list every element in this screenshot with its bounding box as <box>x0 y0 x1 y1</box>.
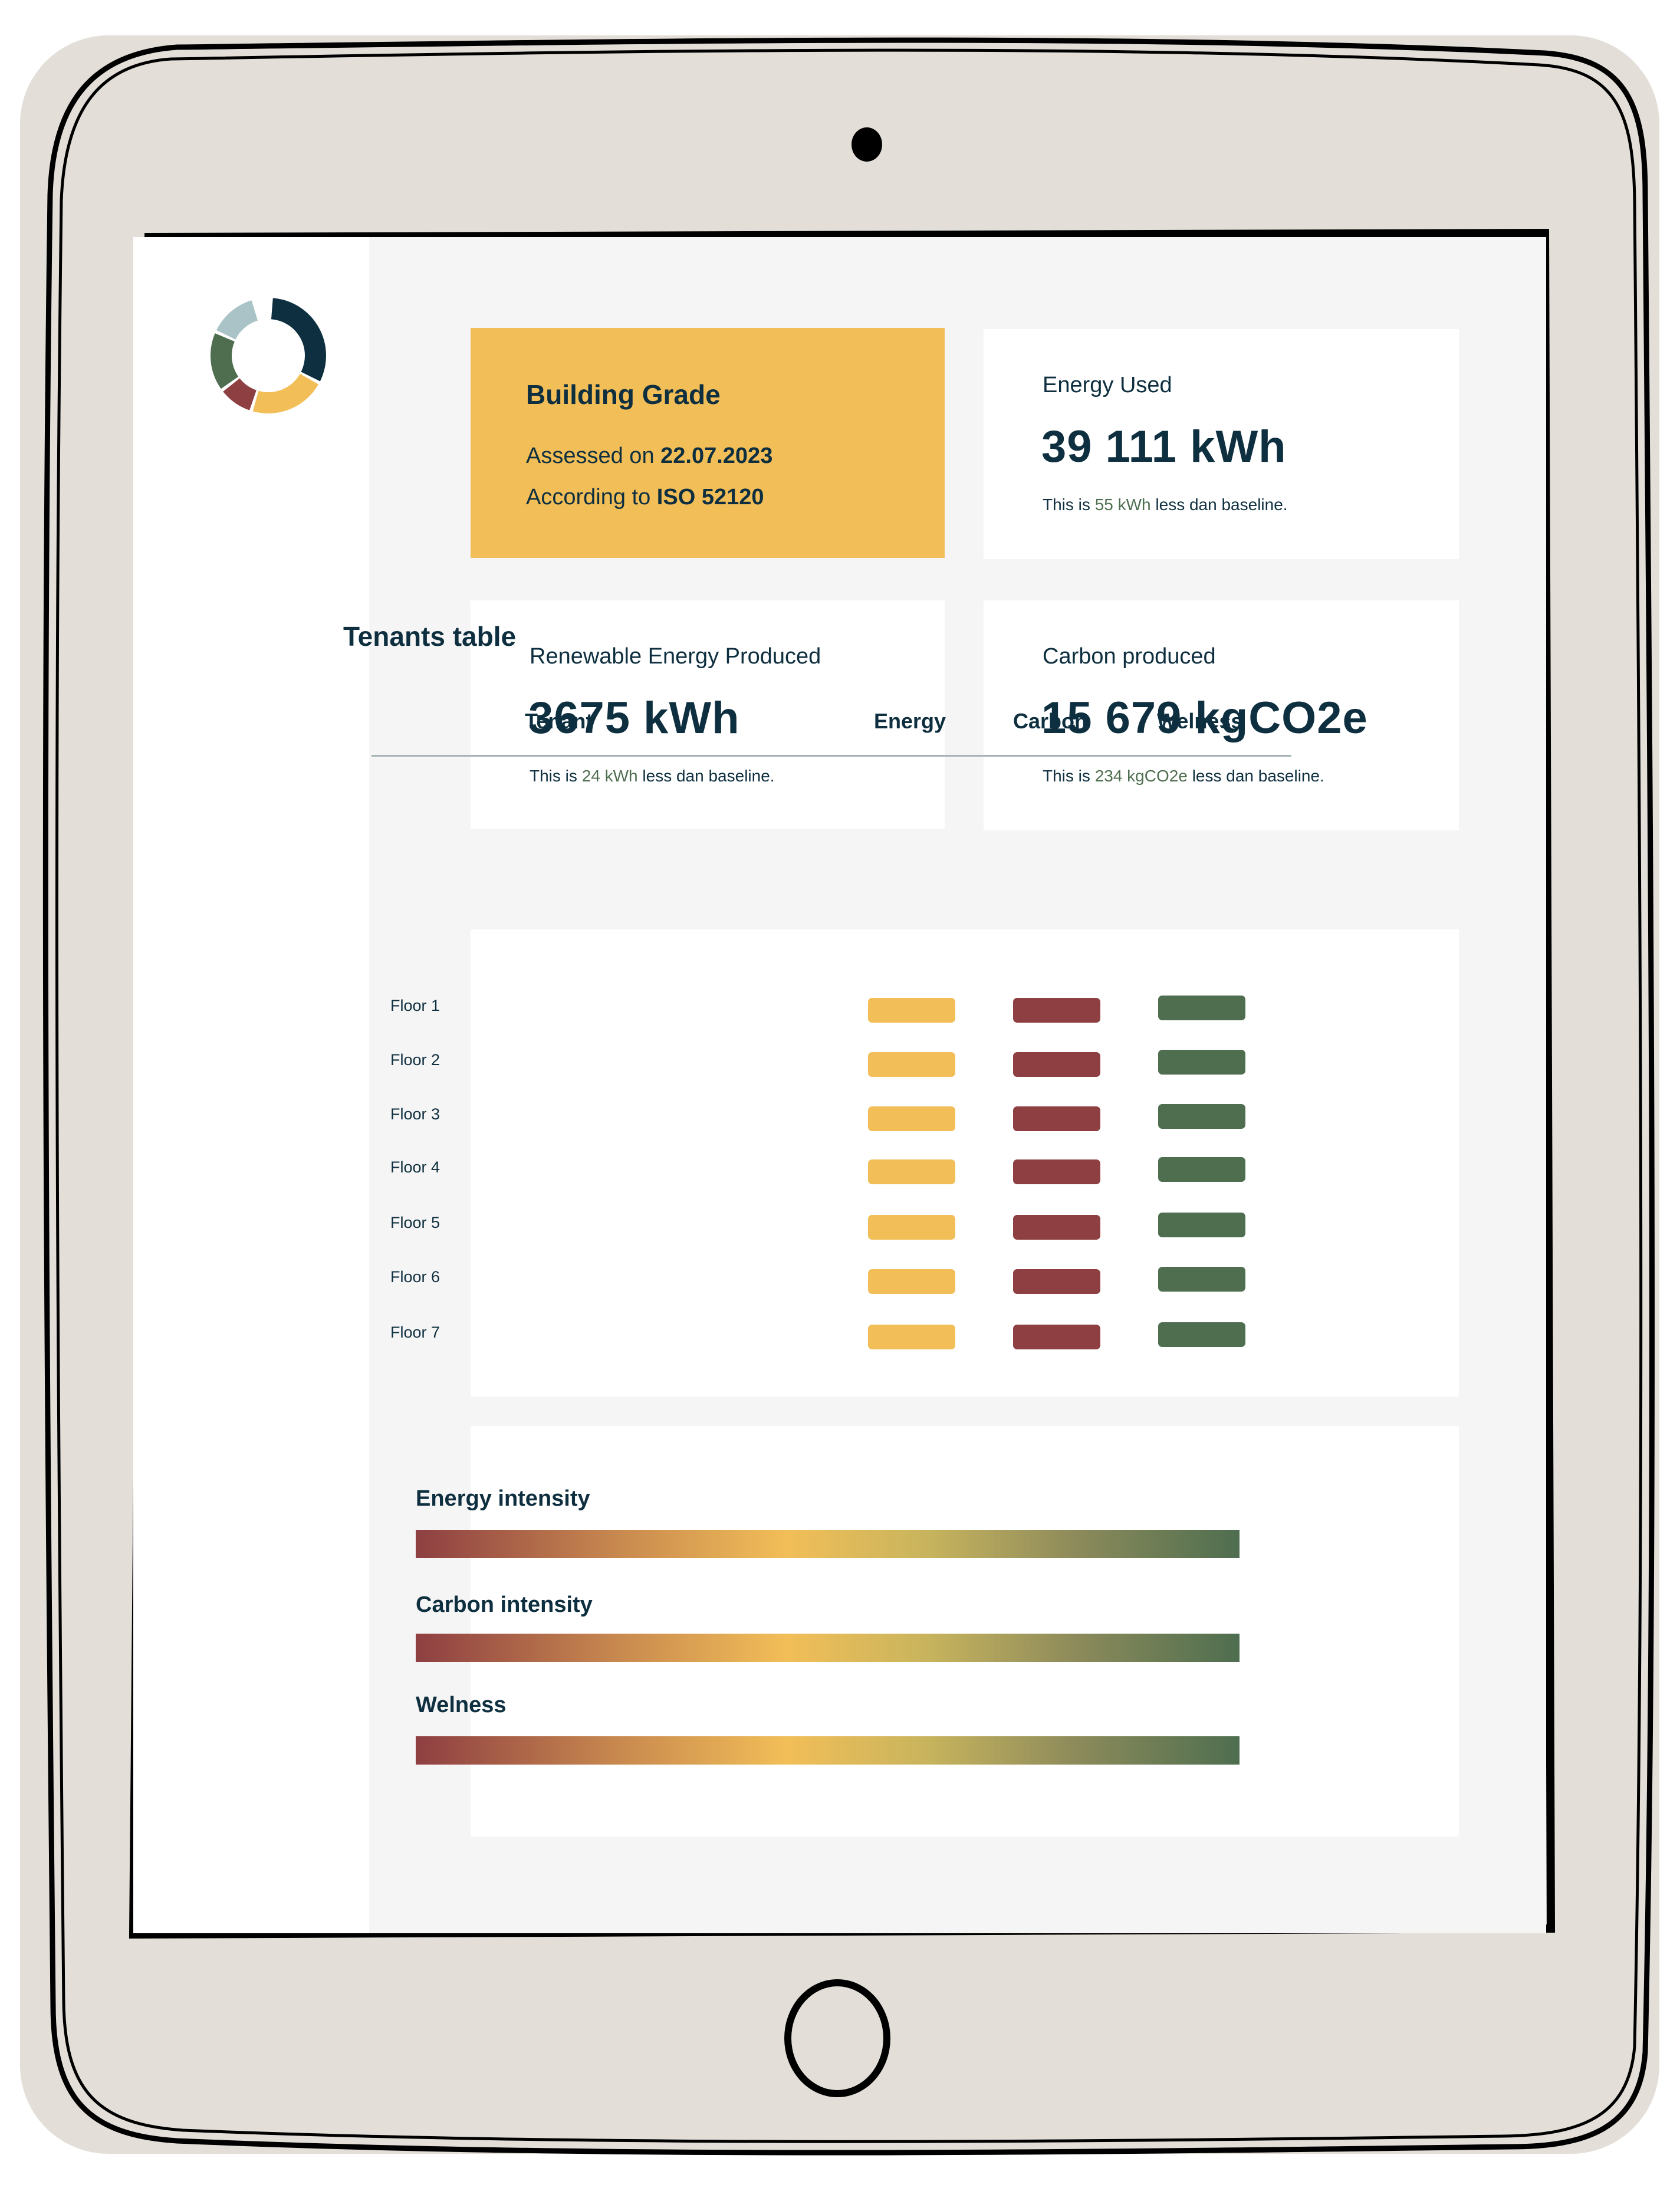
intensity-gradient-bar <box>416 1530 1240 1558</box>
carbon-status-pill[interactable] <box>1013 1325 1100 1349</box>
note-prefix: This is <box>530 767 577 785</box>
intensity-gradient-bar <box>416 1736 1240 1765</box>
intensity-card <box>471 1426 1459 1837</box>
welness-status-pill[interactable] <box>1158 1322 1245 1347</box>
metric-label: Energy Used <box>1043 373 1172 398</box>
row-tenant-label: Floor 2 <box>390 1051 440 1069</box>
energy-status-pill[interactable] <box>868 1159 955 1184</box>
logo-segment <box>271 298 326 382</box>
header-welness[interactable]: Welness <box>1157 709 1242 734</box>
welness-status-pill[interactable] <box>1158 1104 1245 1129</box>
carbon-status-pill[interactable] <box>1013 1159 1100 1184</box>
row-tenant-label: Floor 7 <box>390 1323 440 1341</box>
logo-segment <box>252 373 319 413</box>
energy-status-pill[interactable] <box>868 1215 955 1240</box>
note-suffix: less dan baseline. <box>1192 767 1324 785</box>
camera-icon <box>851 127 882 162</box>
row-tenant-label: Floor 1 <box>390 997 440 1014</box>
tenants-table-title: Tenants table <box>343 621 517 652</box>
energy-status-pill[interactable] <box>868 998 955 1023</box>
assessed-prefix: Assessed on <box>526 444 655 468</box>
metric-note: This is 55 kWh less dan baseline. <box>1043 495 1288 514</box>
note-amount: 24 kWh <box>581 767 638 785</box>
assessed-date: 22.07.2023 <box>660 444 773 468</box>
logo-segment <box>211 333 239 389</box>
note-suffix: less dan baseline. <box>642 767 775 785</box>
note-prefix: This is <box>1043 767 1090 785</box>
row-tenant-label: Floor 4 <box>390 1158 440 1176</box>
metric-label: Renewable Energy Produced <box>530 644 821 669</box>
note-suffix: less dan baseline. <box>1155 495 1288 514</box>
metric-note: This is 24 kWh less dan baseline. <box>530 767 775 786</box>
note-amount: 234 kgCO2e <box>1094 767 1188 785</box>
donut-logo-icon[interactable] <box>206 294 330 418</box>
logo-segment <box>223 378 257 410</box>
energy-status-pill[interactable] <box>868 1325 955 1349</box>
carbon-status-pill[interactable] <box>1013 1215 1100 1240</box>
building-grade-title: Building Grade <box>526 379 721 410</box>
energy-status-pill[interactable] <box>868 1052 955 1077</box>
logo-segment <box>216 300 258 340</box>
welness-status-pill[interactable] <box>1158 1157 1245 1182</box>
intensity-gradient-bar <box>416 1634 1240 1662</box>
table-header-divider <box>371 755 1291 757</box>
metric-note: This is 234 kgCO2e less dan baseline. <box>1043 767 1324 786</box>
row-tenant-label: Floor 3 <box>390 1105 440 1123</box>
according-prefix: According to <box>526 485 651 510</box>
energy-used-card[interactable]: Energy Used 39 111 kWh This is 55 kWh le… <box>984 329 1459 559</box>
header-tenant[interactable]: Tenant <box>525 709 593 734</box>
energy-status-pill[interactable] <box>868 1106 955 1131</box>
tenants-table <box>471 929 1459 1397</box>
header-carbon[interactable]: Carbon <box>1013 709 1087 734</box>
according-line: According to ISO 52120 <box>526 485 764 510</box>
welness-status-pill[interactable] <box>1158 1213 1245 1237</box>
sidebar <box>133 237 369 1933</box>
row-tenant-label: Floor 6 <box>390 1268 440 1286</box>
note-amount: 55 kWh <box>1094 495 1151 514</box>
carbon-status-pill[interactable] <box>1013 1106 1100 1131</box>
carbon-status-pill[interactable] <box>1013 1269 1100 1294</box>
home-button[interactable] <box>784 1979 890 2097</box>
header-energy[interactable]: Energy <box>874 709 946 734</box>
intensity-label: Welness <box>416 1693 507 1717</box>
carbon-status-pill[interactable] <box>1013 998 1100 1023</box>
building-grade-card[interactable]: Building Grade Assessed on 22.07.2023 Ac… <box>471 328 945 558</box>
metric-label: Carbon produced <box>1043 644 1216 669</box>
metric-value: 39 111 kWh <box>1041 422 1287 472</box>
assessed-line: Assessed on 22.07.2023 <box>526 444 772 469</box>
welness-status-pill[interactable] <box>1158 1267 1245 1292</box>
standard-name: ISO 52120 <box>656 485 764 510</box>
carbon-status-pill[interactable] <box>1013 1052 1100 1077</box>
intensity-label: Carbon intensity <box>416 1592 593 1617</box>
note-prefix: This is <box>1043 495 1090 514</box>
welness-status-pill[interactable] <box>1158 1050 1245 1075</box>
intensity-label: Energy intensity <box>416 1486 590 1511</box>
welness-status-pill[interactable] <box>1158 996 1245 1020</box>
energy-status-pill[interactable] <box>868 1269 955 1294</box>
row-tenant-label: Floor 5 <box>390 1214 440 1231</box>
